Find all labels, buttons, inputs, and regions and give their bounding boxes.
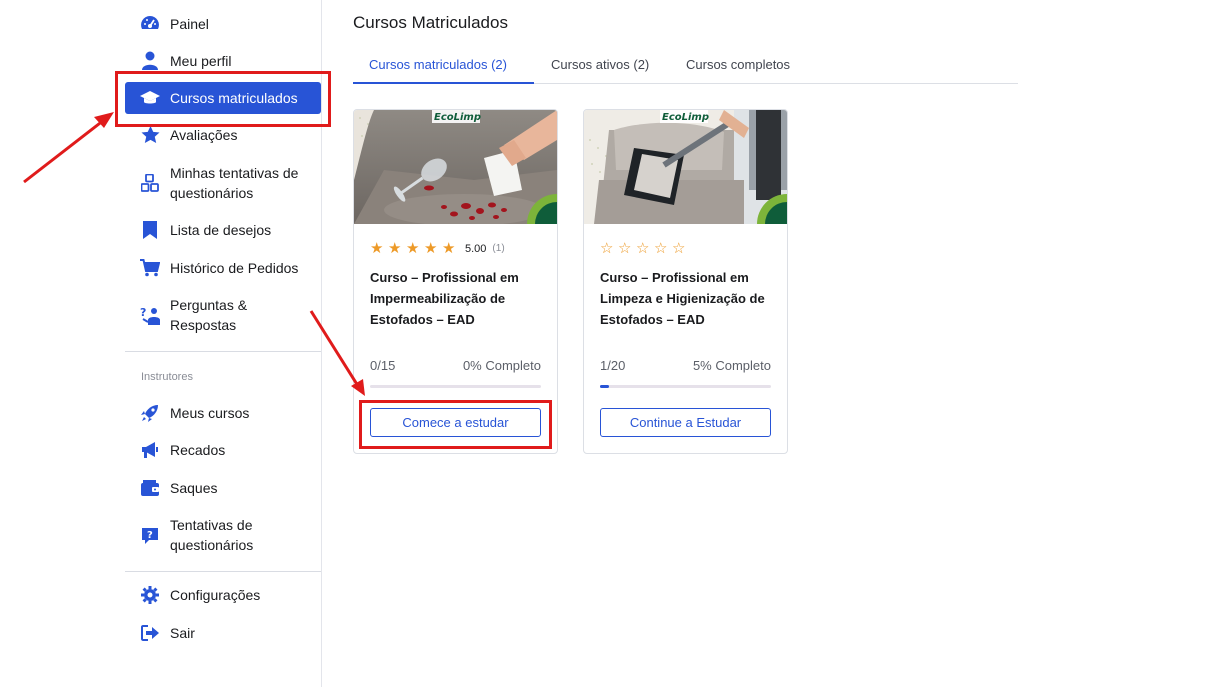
annotation-arrow-line xyxy=(23,118,105,184)
annotation-arrow-head xyxy=(351,379,365,396)
annotation-arrow-line xyxy=(309,310,360,387)
annotation-arrows xyxy=(23,112,365,396)
